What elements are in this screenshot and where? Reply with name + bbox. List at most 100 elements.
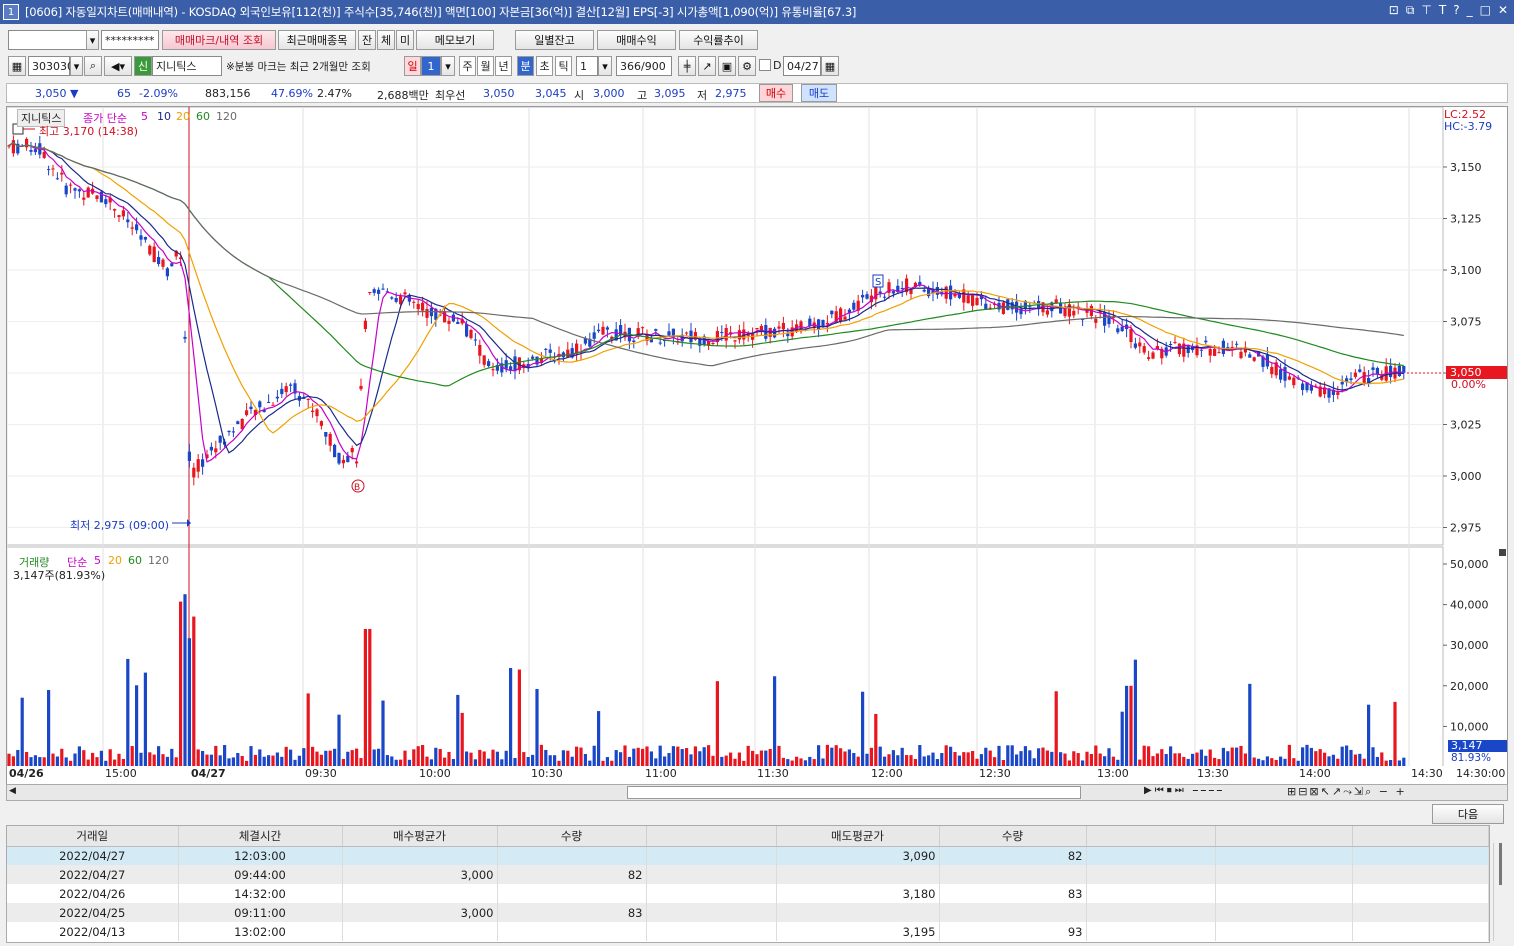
count-input[interactable]: 366/900 [616, 56, 672, 76]
link-icon[interactable]: ⊡ [1389, 3, 1399, 18]
candle-body [1199, 349, 1203, 351]
volume-bar [1054, 691, 1058, 767]
table-cell [497, 884, 647, 903]
pin-icon[interactable]: ⊤ [1421, 3, 1431, 18]
trade-profit-button[interactable]: 매매수익 [597, 30, 676, 50]
volume-bar [1248, 683, 1252, 767]
table-row[interactable]: 2022/04/27 09:44:00 3,000 82 [7, 865, 1489, 884]
period-day[interactable]: 일 [404, 56, 421, 76]
calendar-icon[interactable]: ▦ [821, 56, 839, 76]
settings-gear-icon[interactable]: ⚙ [738, 56, 756, 76]
buy-button[interactable]: 매수 [759, 84, 793, 102]
minimize-icon[interactable]: _ [1467, 3, 1473, 18]
interval-box[interactable]: 1 [421, 56, 441, 76]
grid-header-4[interactable] [646, 826, 777, 847]
window-controls: ⊡ ⧉ ⊤ T ? _ □ ✕ [1389, 3, 1508, 18]
volume-bar [1173, 753, 1177, 767]
volume-bar [834, 745, 838, 767]
jan-button[interactable]: 잔 [358, 30, 376, 50]
grid-header-9[interactable] [1352, 826, 1489, 847]
copy-icon[interactable]: ⧉ [1406, 3, 1415, 18]
interval-dropdown-icon[interactable]: ▾ [441, 56, 455, 76]
candle-body [86, 187, 90, 198]
daily-balance-button[interactable]: 일별잔고 [515, 30, 594, 50]
volume-bar [412, 749, 416, 767]
trade-mark-button[interactable]: 매매마크/내역 조회 [162, 30, 276, 50]
close-icon[interactable]: ✕ [1498, 3, 1508, 18]
password-field[interactable]: ********* [101, 30, 159, 50]
volume-bar [302, 748, 306, 767]
grid-header-2[interactable]: 매수평균가 [342, 826, 498, 847]
indicator-icon[interactable]: ↗ [698, 56, 716, 76]
volume-bar [187, 638, 191, 767]
time-tick-label: 12:30 [979, 767, 1011, 780]
volume-bar [962, 752, 966, 767]
unit-input[interactable]: 1 [576, 56, 598, 76]
grid-header-1[interactable]: 체결시간 [178, 826, 343, 847]
scroll-thumb[interactable] [627, 786, 1081, 799]
search-icon[interactable]: ⌕ [84, 56, 102, 76]
grid-header-6[interactable]: 수량 [939, 826, 1087, 847]
code-dropdown-icon[interactable]: ▾ [70, 56, 83, 76]
font-icon[interactable]: T [1439, 3, 1446, 18]
sell-button[interactable]: 매도 [801, 84, 837, 102]
memo-button[interactable]: 메모보기 [416, 30, 494, 50]
grid-header-0[interactable]: 거래일 [7, 826, 179, 847]
volume-bar [1120, 711, 1124, 767]
candle-type-icon[interactable]: ╪ [678, 56, 696, 76]
candle-body [1239, 351, 1243, 359]
grid-header-8[interactable] [1215, 826, 1353, 847]
account-select[interactable] [8, 30, 90, 50]
recent-trades-button[interactable]: 최근매매종목 [278, 30, 356, 50]
chart-canvas[interactable]: 3,1503,1253,1003,0753,0503,0253,0002,975… [7, 107, 1507, 767]
volume-bar [817, 745, 821, 767]
table-row[interactable]: 2022/04/26 14:32:00 3,180 83 [7, 884, 1489, 903]
grid-scroll-thumb[interactable] [1499, 843, 1502, 885]
stock-name-field: 지니틱스 [152, 56, 222, 76]
unit-dropdown-icon[interactable]: ▾ [598, 56, 612, 76]
sound-icon[interactable]: ◀▾ [104, 56, 132, 76]
candle-body [1371, 367, 1375, 370]
maximize-icon[interactable]: □ [1480, 3, 1491, 18]
current-price: 3,050 ▼ [35, 87, 79, 100]
date-checkbox[interactable] [759, 59, 771, 71]
table-cell: 3,195 [776, 922, 940, 941]
volume-bar [878, 746, 882, 767]
next-button[interactable]: 다음 [1432, 804, 1504, 824]
grid-scrollbar[interactable] [1493, 843, 1507, 941]
table-cell: 2022/04/27 [7, 865, 179, 884]
scroll-left-icon[interactable]: ◀ [9, 786, 21, 799]
table-row[interactable]: 2022/04/25 09:11:00 3,000 83 [7, 903, 1489, 922]
help-icon[interactable]: ? [1453, 3, 1459, 18]
volume-bar [693, 746, 697, 767]
date-input[interactable]: 04/27 [783, 56, 821, 76]
chart-config-icon[interactable]: ▦ [8, 56, 26, 76]
table-row[interactable]: 2022/04/13 13:02:00 3,195 93 [7, 922, 1489, 941]
low-note: 최저 2,975 (09:00) [70, 519, 170, 532]
trade-history-grid[interactable]: 거래일 체결시간 매수평균가 수량 매도평균가 수량 2022/04/27 12:03:00… [6, 825, 1490, 943]
nav-icons[interactable]: ▶⏮⏹⏭ ⎯⎯⎯⎯ [1144, 785, 1225, 796]
return-trend-button[interactable]: 수익률추이 [679, 30, 758, 50]
chart-scrollbar[interactable]: ◀ ▶⏮⏹⏭ ⎯⎯⎯⎯ ⊞⊟⊠↖↗⤳⇲⌕ − + [6, 784, 1508, 801]
grid-header-5[interactable]: 매도평균가 [776, 826, 940, 847]
che-button[interactable]: 체 [377, 30, 395, 50]
save-icon[interactable]: ▣ [718, 56, 736, 76]
period-tick[interactable]: 틱 [555, 56, 572, 76]
period-second[interactable]: 초 [536, 56, 553, 76]
volume-bar [350, 750, 354, 767]
grid-header-3[interactable]: 수량 [497, 826, 647, 847]
period-month[interactable]: 월 [477, 56, 494, 76]
period-week[interactable]: 주 [459, 56, 476, 76]
stock-code-input[interactable]: 303030 [28, 56, 74, 76]
chart-area[interactable]: 3,1503,1253,1003,0753,0503,0253,0002,975… [6, 106, 1508, 768]
window-number: 1 [3, 4, 19, 20]
account-dropdown-icon[interactable]: ▾ [86, 30, 99, 50]
table-row[interactable]: 2022/04/27 12:03:00 3,090 82 [7, 846, 1489, 865]
candle-body [1235, 343, 1239, 345]
period-minute[interactable]: 분 [517, 56, 534, 76]
grid-header-7[interactable] [1086, 826, 1216, 847]
volume-bar [1107, 748, 1111, 767]
period-year[interactable]: 년 [495, 56, 512, 76]
tool-icons[interactable]: ⊞⊟⊠↖↗⤳⇲⌕ − + [1287, 785, 1407, 799]
mi-button[interactable]: 미 [396, 30, 414, 50]
